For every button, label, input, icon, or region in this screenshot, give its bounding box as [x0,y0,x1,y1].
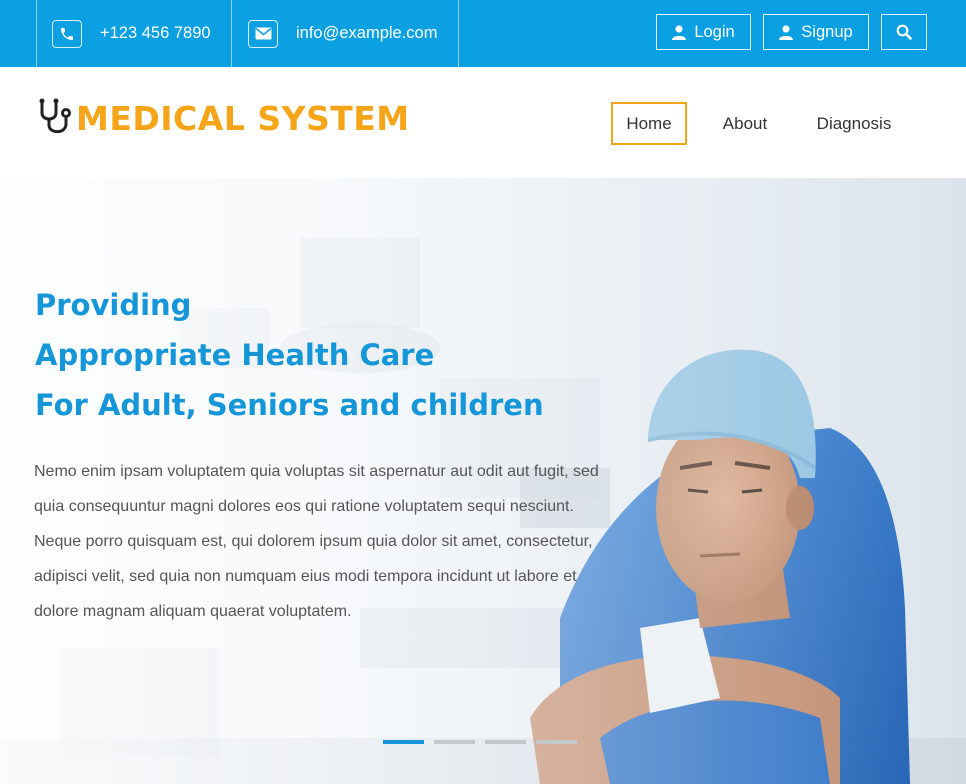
search-button[interactable] [881,14,927,50]
email-address: info@example.com [296,24,438,42]
site-header: MEDICAL SYSTEM Home About Diagnosis [0,67,966,178]
slider-dot-1[interactable] [383,740,424,744]
slider-dot-4[interactable] [536,740,577,744]
hero-headline-line-1: Providing [35,288,192,322]
slider-pagination [383,740,587,744]
signup-button[interactable]: Signup [763,14,869,50]
login-label: Login [694,22,735,41]
hero-headline-line-2: Appropriate Health Care [35,338,435,372]
nav-about[interactable]: About [708,102,782,145]
phone-number: +123 456 7890 [100,24,211,42]
hero-slider: Providing Appropriate Health Care For Ad… [0,178,966,784]
slider-dot-2[interactable] [434,740,475,744]
hero-description: Nemo enim ipsam voluptatem quia voluptas… [34,463,599,620]
phone-icon [52,19,82,48]
top-bar: +123 456 7890 info@example.com Login Sig… [0,0,966,67]
slider-dot-3[interactable] [485,740,526,744]
brand-name: MEDICAL SYSTEM [76,98,410,138]
hero-headline-line-3: For Adult, Seniors and children [35,388,544,422]
brand-logo[interactable]: MEDICAL SYSTEM [36,97,410,139]
user-icon [779,24,794,40]
login-button[interactable]: Login [656,14,751,50]
stethoscope-icon [39,98,71,134]
nav-home[interactable]: Home [611,102,687,145]
contact-phone[interactable]: +123 456 7890 [36,0,232,67]
search-icon [896,24,912,40]
contact-email[interactable]: info@example.com [232,0,459,67]
user-icon [672,24,687,40]
signup-label: Signup [801,22,853,41]
envelope-icon [248,19,278,48]
nav-diagnosis[interactable]: Diagnosis [805,102,903,145]
